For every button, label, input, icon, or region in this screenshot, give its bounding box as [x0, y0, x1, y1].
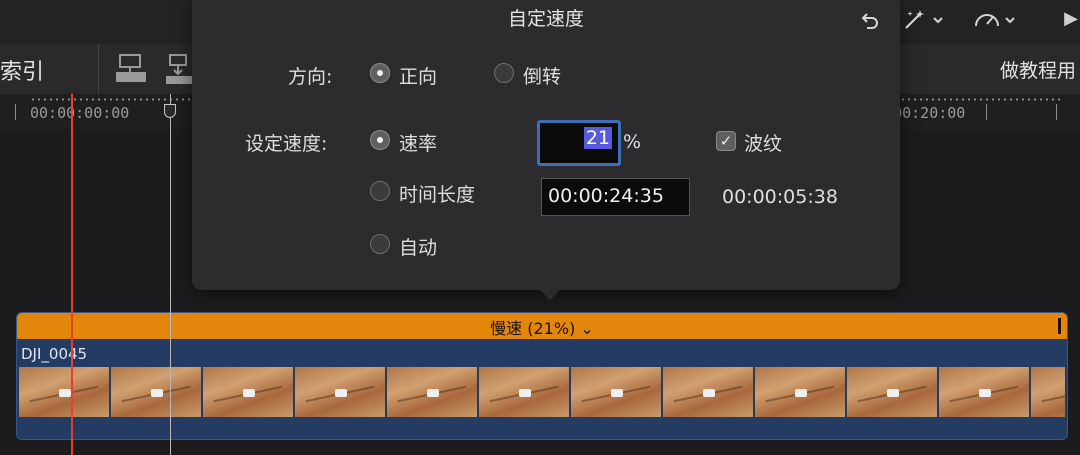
- video-clip[interactable]: 慢速 (21%) ⌄ DJI_0045: [16, 312, 1068, 440]
- playhead[interactable]: [71, 94, 73, 455]
- filmstrip-frame: [387, 367, 477, 417]
- reverse-radio[interactable]: [494, 63, 514, 83]
- index-button[interactable]: 索引: [0, 54, 44, 86]
- rate-input[interactable]: 21: [537, 120, 621, 166]
- duration-input[interactable]: 00:00:24:35: [541, 178, 690, 216]
- custom-speed-popover: 自定速度 方向: 正向 倒转 设定速度: 速率 21 % ✓ 波纹 时间长度 0…: [192, 0, 900, 290]
- duration-radio[interactable]: [370, 181, 390, 201]
- connect-clip-icon[interactable]: [114, 50, 148, 86]
- duration-label[interactable]: 时间长度: [399, 180, 475, 207]
- filmstrip-frame: [479, 367, 569, 417]
- rate-radio[interactable]: [370, 130, 390, 150]
- popover-arrow: [536, 286, 564, 300]
- magic-wand-icon[interactable]: [900, 8, 948, 32]
- direction-label: 方向:: [288, 66, 333, 88]
- ruler-tick: [986, 104, 987, 120]
- filmstrip-frame: [847, 367, 937, 417]
- clip-name: DJI_0045: [21, 345, 88, 363]
- filmstrip: [19, 367, 1065, 417]
- skimmer-line: [170, 94, 171, 455]
- ripple-checkbox[interactable]: ✓: [716, 131, 736, 151]
- ripple-label[interactable]: 波纹: [744, 129, 782, 156]
- filmstrip-frame: [571, 367, 661, 417]
- speedometer-icon[interactable]: [972, 8, 1020, 32]
- auto-label[interactable]: 自动: [399, 233, 437, 260]
- rate-label[interactable]: 速率: [399, 129, 437, 156]
- auto-radio[interactable]: [370, 234, 390, 254]
- forward-label[interactable]: 正向: [399, 62, 437, 89]
- play-icon[interactable]: ▶: [1064, 8, 1078, 29]
- set-speed-label: 设定速度:: [245, 133, 328, 155]
- filmstrip-frame: [1031, 367, 1065, 417]
- undo-icon[interactable]: [858, 10, 880, 32]
- insert-clip-icon[interactable]: [164, 50, 194, 86]
- retime-bar[interactable]: 慢速 (21%) ⌄: [17, 313, 1067, 339]
- filmstrip-frame: [203, 367, 293, 417]
- forward-radio[interactable]: [370, 63, 390, 83]
- filmstrip-frame: [295, 367, 385, 417]
- ruler-tick: [15, 104, 16, 120]
- percent-sign: %: [623, 131, 642, 153]
- new-duration-readout: 00:00:05:38: [722, 186, 838, 208]
- filmstrip-frame: [111, 367, 201, 417]
- project-title: 做教程用: [999, 60, 1076, 82]
- rate-value[interactable]: 21: [583, 127, 612, 149]
- filmstrip-frame: [939, 367, 1029, 417]
- filmstrip-frame: [755, 367, 845, 417]
- filmstrip-frame: [663, 367, 753, 417]
- toolbar-divider: [98, 44, 99, 94]
- filmstrip-frame: [19, 367, 109, 417]
- skimmer-head[interactable]: [164, 104, 176, 118]
- retime-speed-label[interactable]: 慢速 (21%) ⌄: [17, 315, 1067, 339]
- ruler-timecode-start: 00:00:00:00: [30, 104, 130, 122]
- ruler-tick: [1056, 104, 1057, 120]
- popover-title: 自定速度: [507, 8, 584, 30]
- retime-handle[interactable]: [1058, 318, 1061, 334]
- reverse-label[interactable]: 倒转: [523, 62, 561, 89]
